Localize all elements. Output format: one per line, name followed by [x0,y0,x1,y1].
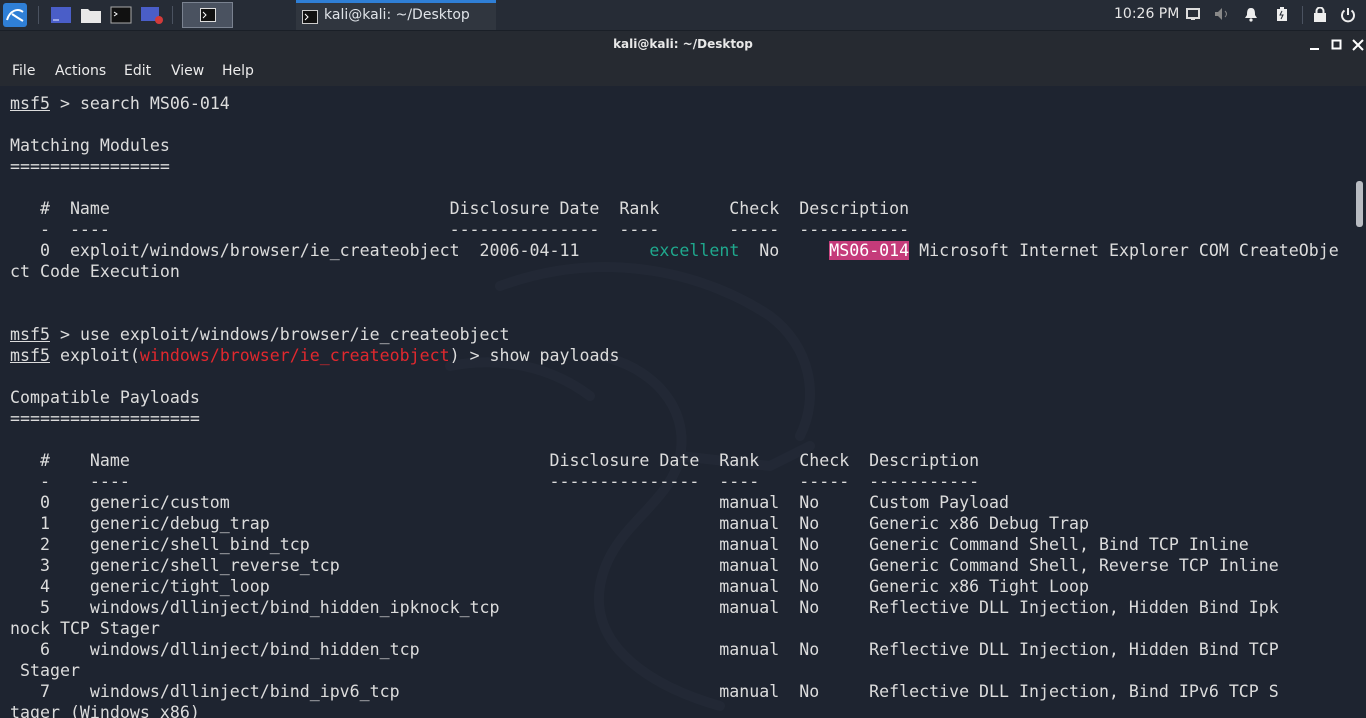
top-taskbar: kali@kali: ~/Desktop 10:26 PM [0,0,1366,31]
menu-file[interactable]: File [12,63,35,79]
taskbar-window-tab[interactable]: kali@kali: ~/Desktop [296,0,496,30]
section-rule: ================ [10,157,170,176]
screen-icon[interactable] [1186,7,1200,21]
table-row: 5 windows/dllinject/bind_hidden_ipknock_… [10,598,1279,617]
section-heading: Compatible Payloads [10,388,200,407]
section-heading: Matching Modules [10,136,170,155]
battery-icon[interactable] [1276,7,1288,22]
terminal-output[interactable]: msf5 > search MS06-014 Matching Modules … [0,86,1366,718]
menu-view[interactable]: View [171,63,204,79]
table-row: 1 generic/debug_trap manual No Generic x… [10,514,1089,533]
msf-prompt: msf5 [10,325,50,344]
msf-prompt: msf5 [10,346,50,365]
table-divider: - ---- --------------- ---- ----- ------… [10,220,910,239]
bell-icon[interactable] [1244,7,1258,22]
window-titlebar[interactable]: kali@kali: ~/Desktop [0,31,1366,59]
menu-help[interactable]: Help [222,63,254,79]
volume-icon[interactable] [1214,7,1230,21]
table-row: 7 windows/dllinject/bind_ipv6_tcp manual… [10,682,1279,701]
table-row: No [739,241,830,260]
kali-menu-icon[interactable] [2,2,28,28]
window-tab-label: kali@kali: ~/Desktop [324,7,470,23]
workspace-icon[interactable] [50,4,72,26]
window-title: kali@kali: ~/Desktop [613,37,753,51]
command-line: > search MS06-014 [49,94,230,113]
menu-actions[interactable]: Actions [55,63,106,79]
taskbar-terminal-task[interactable] [182,2,233,28]
screen-recorder-icon[interactable] [140,4,164,26]
search-highlight: MS06-014 [829,241,910,260]
table-row-wrap: nock TCP Stager [10,619,160,638]
scrollbar-thumb[interactable] [1356,181,1363,227]
table-row: 2 generic/shell_bind_tcp manual No Gener… [10,535,1249,554]
table-row: 0 exploit/windows/browser/ie_createobjec… [10,241,650,260]
table-row-wrap: Stager [10,661,80,680]
command-line: exploit( [49,346,140,365]
module-path: windows/browser/ie_createobject [139,346,450,365]
table-row: 0 generic/custom manual No Custom Payloa… [10,493,1010,512]
msf-prompt: msf5 [10,94,50,113]
terminal-icon [200,8,216,22]
minimize-icon[interactable] [1308,38,1322,52]
section-rule: =================== [10,409,200,428]
clock[interactable]: 10:26 PM [1114,6,1179,22]
lock-icon[interactable] [1313,7,1327,22]
table-row: 6 windows/dllinject/bind_hidden_tcp manu… [10,640,1279,659]
taskbar-separator [38,6,39,24]
table-divider: - ---- --------------- ---- ----- ------… [10,472,980,491]
rank-value: excellent [649,241,740,260]
file-manager-icon[interactable] [80,4,102,26]
menu-bar: File Actions Edit View Help [0,59,1366,86]
power-icon[interactable] [1340,7,1356,23]
command-line: > use exploit/windows/browser/ie_createo… [49,325,510,344]
close-icon[interactable] [1351,38,1365,52]
table-row: 3 generic/shell_reverse_tcp manual No Ge… [10,556,1279,575]
terminal-icon [302,10,318,24]
taskbar-separator [172,6,173,24]
table-header: # Name Disclosure Date Rank Check Descri… [10,451,980,470]
table-row-wrap: tager (Windows x86) [10,703,200,718]
table-row: Microsoft Internet Explorer COM CreateOb… [909,241,1339,260]
command-line: ) > show payloads [449,346,620,365]
table-header: # Name Disclosure Date Rank Check Descri… [10,199,910,218]
taskbar-separator [1302,6,1303,24]
terminal-icon[interactable] [110,4,132,26]
table-row-wrap: ct Code Execution [10,262,180,281]
menu-edit[interactable]: Edit [124,63,151,79]
table-row: 4 generic/tight_loop manual No Generic x… [10,577,1089,596]
maximize-icon[interactable] [1330,38,1344,52]
